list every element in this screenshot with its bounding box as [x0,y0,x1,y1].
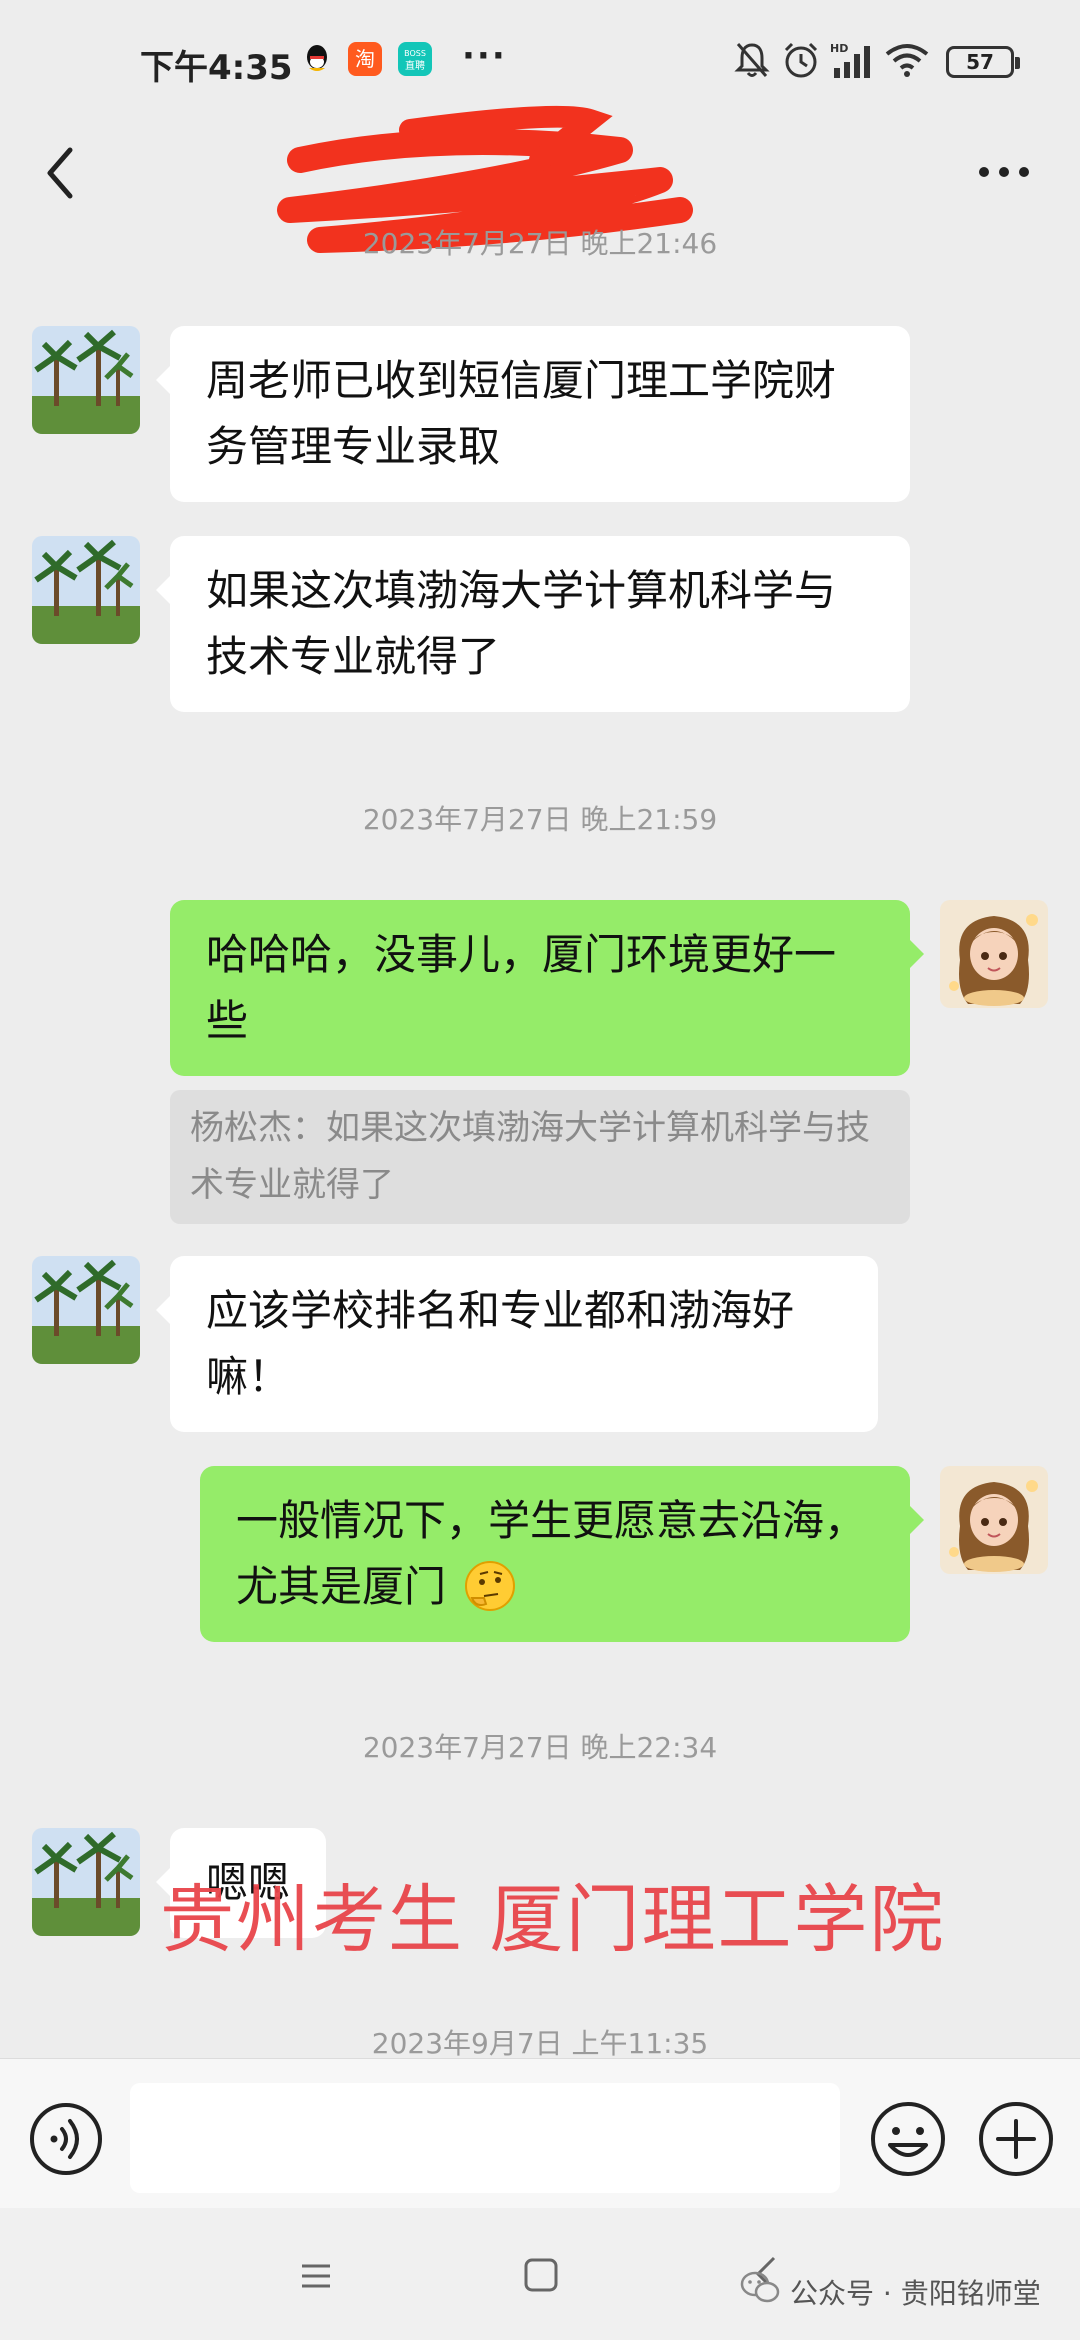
svg-text:直聘: 直聘 [405,59,425,72]
wifi-icon [885,44,929,77]
avatar[interactable] [940,1466,1048,1574]
avatar[interactable] [32,536,140,644]
thinking-face-emoji-icon [465,1561,515,1611]
message-bubble-incoming[interactable]: 如果这次填渤海大学计算机科学与技术专业就得了 [156,536,910,712]
signal-icon: HD [830,42,870,78]
emoji-icon[interactable] [868,2099,948,2179]
alarm-icon [784,42,818,78]
message-input[interactable] [130,2083,840,2193]
svg-text:淘: 淘 [355,47,375,71]
message-text: 一般情况下，学生更愿意去沿海，尤其是厦门 [236,1496,867,1611]
wechat-logo-icon [740,2271,780,2303]
taobao-icon: 淘 [348,42,382,76]
footer-watermark: 公众号 · 贵阳铭师堂 [790,2277,1041,2310]
message-bubble-incoming[interactable]: 应该学校排名和专业都和渤海好嘛！ [156,1256,878,1432]
boss-zhipin-icon: BOSS 直聘 [398,42,432,76]
status-time: 下午4:35 [140,48,293,88]
svg-text:BOSS: BOSS [404,49,426,58]
avatar[interactable] [32,326,140,434]
recent-apps-icon[interactable] [298,2260,334,2292]
svg-text:HD: HD [830,42,848,55]
overlay-caption: 贵州考生 厦门理工学院 [160,1877,946,1963]
avatar[interactable] [32,1256,140,1364]
battery-icon: 57 [946,46,1020,78]
timestamp: 2023年7月27日 晚上21:46 [362,227,718,260]
back-chevron-icon[interactable] [40,138,80,208]
message-bubble-incoming[interactable]: 周老师已收到短信厦门理工学院财务管理专业录取 [156,326,910,502]
avatar[interactable] [940,900,1048,1008]
input-bar [0,2058,1080,2208]
avatar[interactable] [32,1828,140,1936]
quoted-message[interactable]: 杨松杰：如果这次填渤海大学计算机科学与技术专业就得了 [170,1090,910,1224]
mute-icon [734,43,770,77]
more-notifications-icon: ··· [462,36,507,76]
message-bubble-outgoing[interactable]: 一般情况下，学生更愿意去沿海，尤其是厦门 [200,1466,924,1642]
timestamp: 2023年7月27日 晚上21:59 [362,803,718,836]
add-more-icon[interactable] [976,2099,1056,2179]
timestamp: 2023年9月7日 上午11:35 [371,2027,709,2060]
more-dots-icon[interactable] [976,152,1032,192]
home-icon[interactable] [522,2256,560,2294]
battery-level: 57 [966,50,994,74]
qq-icon [307,45,327,71]
voice-input-icon[interactable] [28,2101,104,2177]
timestamp: 2023年7月27日 晚上22:34 [362,1731,718,1764]
message-bubble-outgoing[interactable]: 哈哈哈，没事儿，厦门环境更好一些 [170,900,924,1076]
